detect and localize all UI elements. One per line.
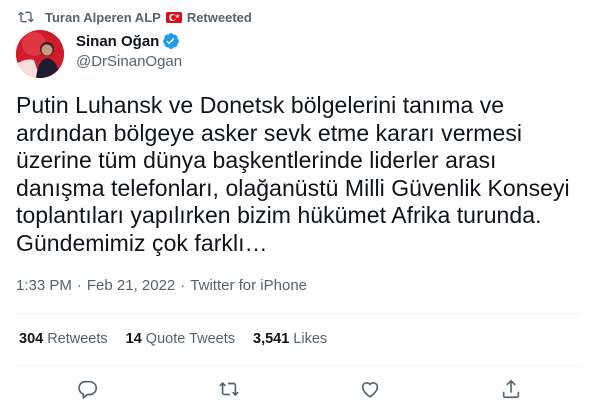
likes-label: Likes [293, 331, 328, 347]
author-handle[interactable]: @DrSinanOgan [76, 53, 182, 70]
quotes-label: Quote Tweets [145, 331, 235, 347]
quote-tweets-stat[interactable]: 14 Quote Tweets [126, 331, 235, 347]
tweet-line: danışma telefonları, olağanüstü Milli Gü… [16, 174, 570, 201]
retweets-label: Retweets [47, 331, 108, 347]
reply-button[interactable] [77, 378, 99, 400]
tweet-actions [0, 370, 598, 406]
like-icon [361, 382, 379, 398]
meta-separator: · [76, 277, 82, 294]
tweet-line: Gündemimiz çok farklı… [16, 229, 268, 256]
retweet-banner[interactable]: Turan Alperen ALP ★ Retweeted [16, 8, 252, 26]
retweeter-name[interactable]: Turan Alperen ALP [45, 10, 161, 25]
author-name-row[interactable]: Sinan Oğan [76, 32, 180, 50]
divider [16, 365, 582, 366]
retweets-count: 304 [19, 331, 44, 347]
avatar[interactable] [16, 30, 64, 78]
divider [16, 313, 582, 314]
retweet-button[interactable] [218, 378, 240, 400]
share-icon [502, 379, 520, 399]
likes-stat[interactable]: 3,541 Likes [253, 331, 327, 347]
tweet-line: ardından bölgeye asker sevk etme kararı … [16, 119, 523, 146]
quotes-count: 14 [125, 331, 142, 347]
tweet-time[interactable]: 1:33 PM [16, 277, 72, 294]
like-button[interactable] [359, 378, 381, 400]
tweet-line: toplantıları yapılırken bizim hükümet Af… [16, 202, 542, 228]
retweet-icon [18, 11, 34, 23]
author-display-name[interactable]: Sinan Oğan [76, 33, 159, 50]
retweet-action-icon [219, 381, 239, 397]
likes-count: 3,541 [253, 331, 290, 347]
tweet-text: Putin Luhansk ve Donetsk bölgelerini tan… [16, 92, 586, 257]
tweet-line: Putin Luhansk ve Donetsk bölgelerini tan… [16, 92, 505, 118]
verified-badge-icon [163, 33, 180, 49]
tweet-date[interactable]: Feb 21, 2022 [87, 277, 175, 294]
retweets-stat[interactable]: 304 Retweets [19, 331, 108, 347]
tweet-stats: 304 Retweets 14 Quote Tweets 3,541 Likes [19, 331, 345, 347]
tweet-meta: 1:33 PM · Feb 21, 2022 · Twitter for iPh… [16, 277, 307, 294]
tweet-line: üzerine tüm dünya başkentlerinde liderle… [16, 147, 497, 173]
retweeted-label: Retweeted [186, 9, 252, 25]
meta-separator: · [180, 277, 186, 294]
tweet-source[interactable]: Twitter for iPhone [190, 277, 307, 294]
share-button[interactable] [500, 378, 522, 400]
reply-icon [78, 380, 98, 400]
turkey-flag-icon: ★ [165, 11, 182, 23]
